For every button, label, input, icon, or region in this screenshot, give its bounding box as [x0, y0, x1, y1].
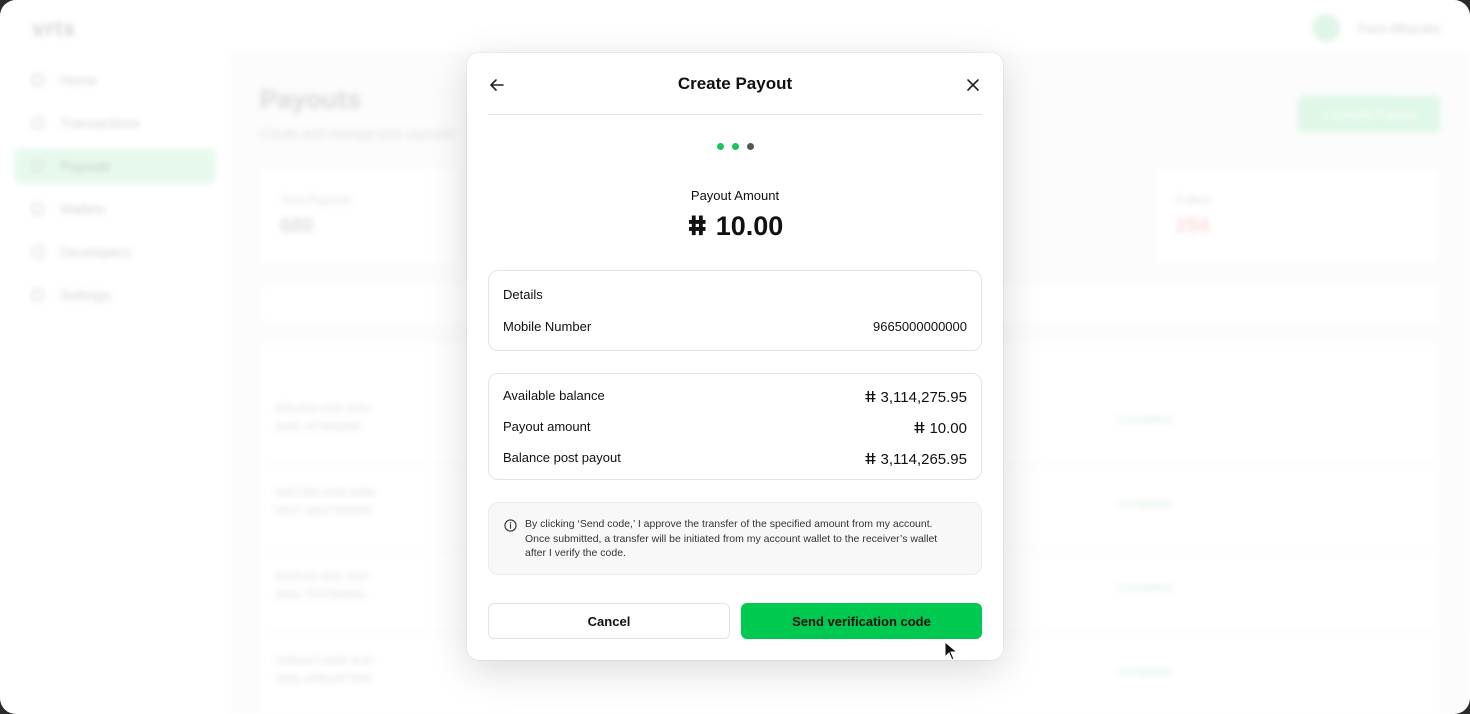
approval-notice-text: By clicking ‘Send code,’ I approve the t…: [525, 518, 938, 559]
amount-text: 3,114,265.95: [880, 451, 967, 468]
close-icon: [967, 79, 979, 91]
mobile-number-label: Mobile Number: [503, 319, 592, 334]
available-balance-label: Available balance: [503, 388, 605, 403]
step-dot-2: [731, 143, 739, 150]
payout-amount-row-label: Payout amount: [503, 419, 591, 434]
cancel-button[interactable]: Cancel: [488, 603, 730, 639]
currency-icon: ⵌ: [913, 420, 926, 437]
mobile-number-value: 9665000000000: [873, 319, 967, 334]
info-icon: [504, 519, 517, 532]
payout-amount-label: Payout Amount: [690, 188, 780, 203]
modal-title: Create Payout: [677, 73, 793, 93]
close-button[interactable]: [964, 76, 982, 94]
step-dot-3: [746, 143, 754, 150]
amount-text: 10.00: [929, 420, 967, 437]
mouse-cursor-icon: [944, 641, 958, 661]
payout-amount-row: Payout amount ⵌ 10.00: [503, 419, 967, 437]
balance-post-payout-value: ⵌ 3,114,265.95: [865, 450, 967, 468]
details-card: Details Mobile Number 9665000000000: [488, 270, 982, 351]
amount-text: 3,114,275.95: [880, 389, 967, 406]
available-balance-value: ⵌ 3,114,275.95: [865, 388, 967, 406]
payout-amount-row-value: ⵌ 10.00: [914, 419, 967, 437]
currency-icon: ⵌ: [686, 211, 708, 241]
balance-post-payout-label: Balance post payout: [503, 450, 621, 465]
mobile-number-row: Mobile Number 9665000000000: [503, 319, 967, 334]
back-button[interactable]: [488, 76, 506, 94]
arrow-left-icon: [490, 79, 504, 91]
payout-amount-value: ⵌ 10.00: [467, 211, 1003, 242]
amount-text: 10.00: [715, 211, 784, 241]
currency-icon: ⵌ: [864, 389, 877, 406]
details-heading: Details: [503, 287, 543, 302]
send-verification-code-button[interactable]: Send verification code: [741, 603, 982, 639]
balance-post-payout-row: Balance post payout ⵌ 3,114,265.95: [503, 450, 967, 468]
currency-icon: ⵌ: [864, 451, 877, 468]
create-payout-modal: Create Payout Payout Amount ⵌ 10.00 Deta…: [467, 53, 1003, 660]
step-indicator: [467, 143, 1003, 150]
step-dot-1: [716, 143, 724, 150]
approval-notice: By clicking ‘Send code,’ I approve the t…: [488, 502, 982, 575]
modal-header: Create Payout: [488, 53, 982, 115]
available-balance-row: Available balance ⵌ 3,114,275.95: [503, 388, 967, 406]
balance-summary-card: Available balance ⵌ 3,114,275.95 Payout …: [488, 373, 982, 480]
app-window: vrtx Faris Alharaini Home Transactions P…: [0, 0, 1470, 714]
